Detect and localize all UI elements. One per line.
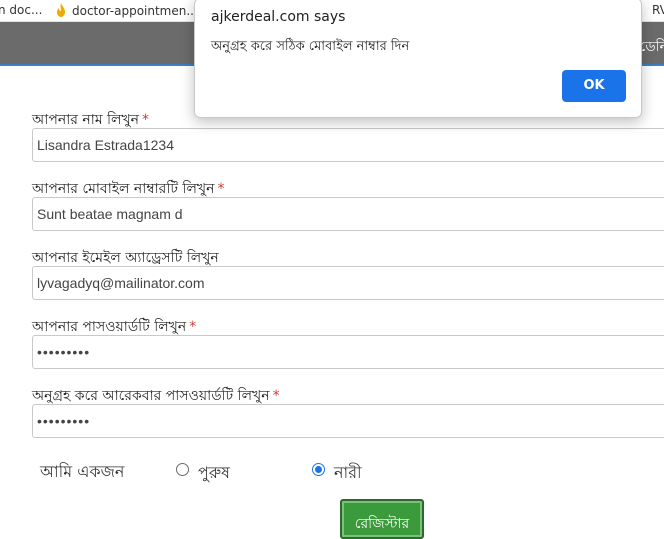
password-label-text: আপনার পাসওয়ার্ডটি লিখুন (32, 319, 187, 335)
dialog-title: ajkerdeal.com says (211, 9, 346, 25)
nav-item[interactable]: ডেনি (640, 35, 664, 59)
name-label-text: আপনার নাম লিখুন (32, 112, 140, 128)
required-mark: * (189, 319, 197, 335)
required-mark: * (217, 181, 225, 197)
gender-male-label[interactable]: পুরুষ (198, 460, 230, 487)
password-input[interactable]: ••••••••• (32, 335, 664, 369)
mobile-label-text: আপনার মোবাইল নাম্বারটি লিখুন (32, 181, 215, 197)
name-input-value: Lisandra Estrada1234 (37, 137, 174, 153)
bookmark-item-1[interactable]: n doc... (0, 3, 42, 17)
mobile-input-value: Sunt beatae magnam d (37, 206, 183, 222)
confirm-password-input-value: ••••••••• (37, 413, 91, 429)
password-input-value: ••••••••• (37, 344, 91, 360)
gender-male-radio[interactable] (176, 463, 189, 476)
gender-female-radio[interactable] (312, 463, 325, 476)
confirm-password-input[interactable]: ••••••••• (32, 404, 664, 438)
gender-female-label[interactable]: নারী (334, 460, 362, 487)
dialog-message: অনুগ্রহ করে সঠিক মোবাইল নাম্বার দিন (211, 39, 410, 54)
ok-button[interactable]: OK (562, 70, 626, 102)
bookmark-item-3[interactable]: RVE (652, 3, 664, 17)
required-mark: * (142, 112, 150, 128)
name-input[interactable]: Lisandra Estrada1234 (32, 128, 664, 162)
email-input-value: lyvagadyq@mailinator.com (37, 275, 205, 291)
email-label-text: আপনার ইমেইল অ্যাড্রেসটি লিখুন (32, 250, 219, 266)
flame-bookmark-icon (57, 3, 65, 17)
email-input[interactable]: lyvagadyq@mailinator.com (32, 266, 664, 300)
bookmark-item-2[interactable]: doctor-appointmen... (56, 3, 198, 18)
register-button[interactable]: রেজিস্টার (340, 499, 424, 539)
required-mark: * (272, 388, 280, 404)
alert-dialog: ajkerdeal.com says অনুগ্রহ করে সঠিক মোবা… (194, 0, 642, 118)
mobile-input[interactable]: Sunt beatae magnam d (32, 197, 664, 231)
confirm-password-label-text: অনুগ্রহ করে আরেকবার পাসওয়ার্ডটি লিখুন (32, 388, 270, 404)
bookmark-item-2-label: doctor-appointmen... (72, 4, 198, 18)
gender-prompt: আমি একজন (40, 462, 125, 481)
